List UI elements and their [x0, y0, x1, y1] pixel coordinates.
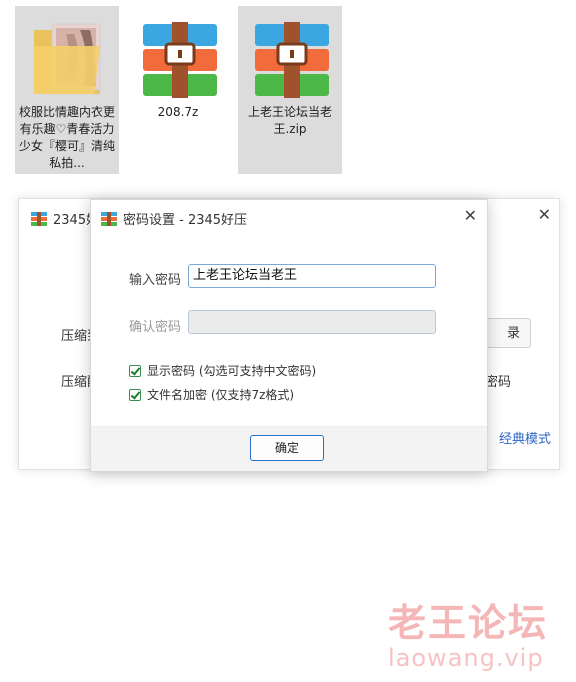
watermark-url: laowang.vip	[388, 644, 544, 672]
show-password-label: 显示密码 (勾选可支持中文密码)	[147, 364, 317, 378]
archive-icon	[255, 22, 329, 98]
confirm-password-label: 确认密码	[129, 320, 182, 335]
show-password-checkbox[interactable]	[129, 364, 141, 377]
password-input[interactable]: 上老王论坛当老王	[188, 264, 436, 288]
file-name: 上老王论坛当老王.zip	[247, 105, 332, 136]
confirm-password-input[interactable]	[188, 310, 436, 334]
dialog-title: 密码设置 - 2345好压	[101, 209, 247, 228]
file-item-zip[interactable]: 上老王论坛当老王.zip	[238, 6, 342, 174]
file-item-208-7z[interactable]: 208.7z	[126, 6, 230, 174]
window-title: 2345好	[31, 209, 99, 228]
encrypt-filenames-label: 文件名加密 (仅支持7z格式)	[147, 388, 295, 402]
app-logo-icon	[101, 211, 117, 226]
file-name: 校服比情趣内衣更有乐趣♡青春活力少女『樱可』清纯私拍...	[19, 105, 116, 170]
dialog-footer: 确定	[91, 426, 487, 471]
password-label: 输入密码	[129, 273, 182, 288]
dialog-title-text: 密码设置 - 2345好压	[123, 213, 248, 228]
encrypt-filenames-option[interactable]: 文件名加密 (仅支持7z格式)	[129, 386, 294, 403]
ok-button[interactable]: 确定	[250, 435, 324, 461]
encrypt-filenames-checkbox[interactable]	[129, 388, 141, 401]
close-icon[interactable]: ✕	[464, 206, 477, 225]
password-dialog: 密码设置 - 2345好压 ✕ 输入密码 上老王论坛当老王 确认密码 显示密码 …	[90, 199, 488, 472]
file-name: 208.7z	[157, 105, 199, 119]
folder-icon	[34, 23, 101, 94]
browse-button[interactable]: 录	[485, 318, 531, 348]
archive-icon	[143, 22, 217, 98]
watermark-title: 老王论坛	[388, 601, 549, 645]
password-fragment[interactable]: 密码	[485, 371, 511, 390]
file-item-folder[interactable]: 校服比情趣内衣更有乐趣♡青春活力少女『樱可』清纯私拍...	[15, 6, 119, 174]
classic-mode-link[interactable]: 经典模式	[499, 428, 551, 447]
app-logo-icon	[31, 211, 47, 226]
show-password-option[interactable]: 显示密码 (勾选可支持中文密码)	[129, 362, 316, 379]
close-icon[interactable]: ✕	[538, 205, 551, 224]
